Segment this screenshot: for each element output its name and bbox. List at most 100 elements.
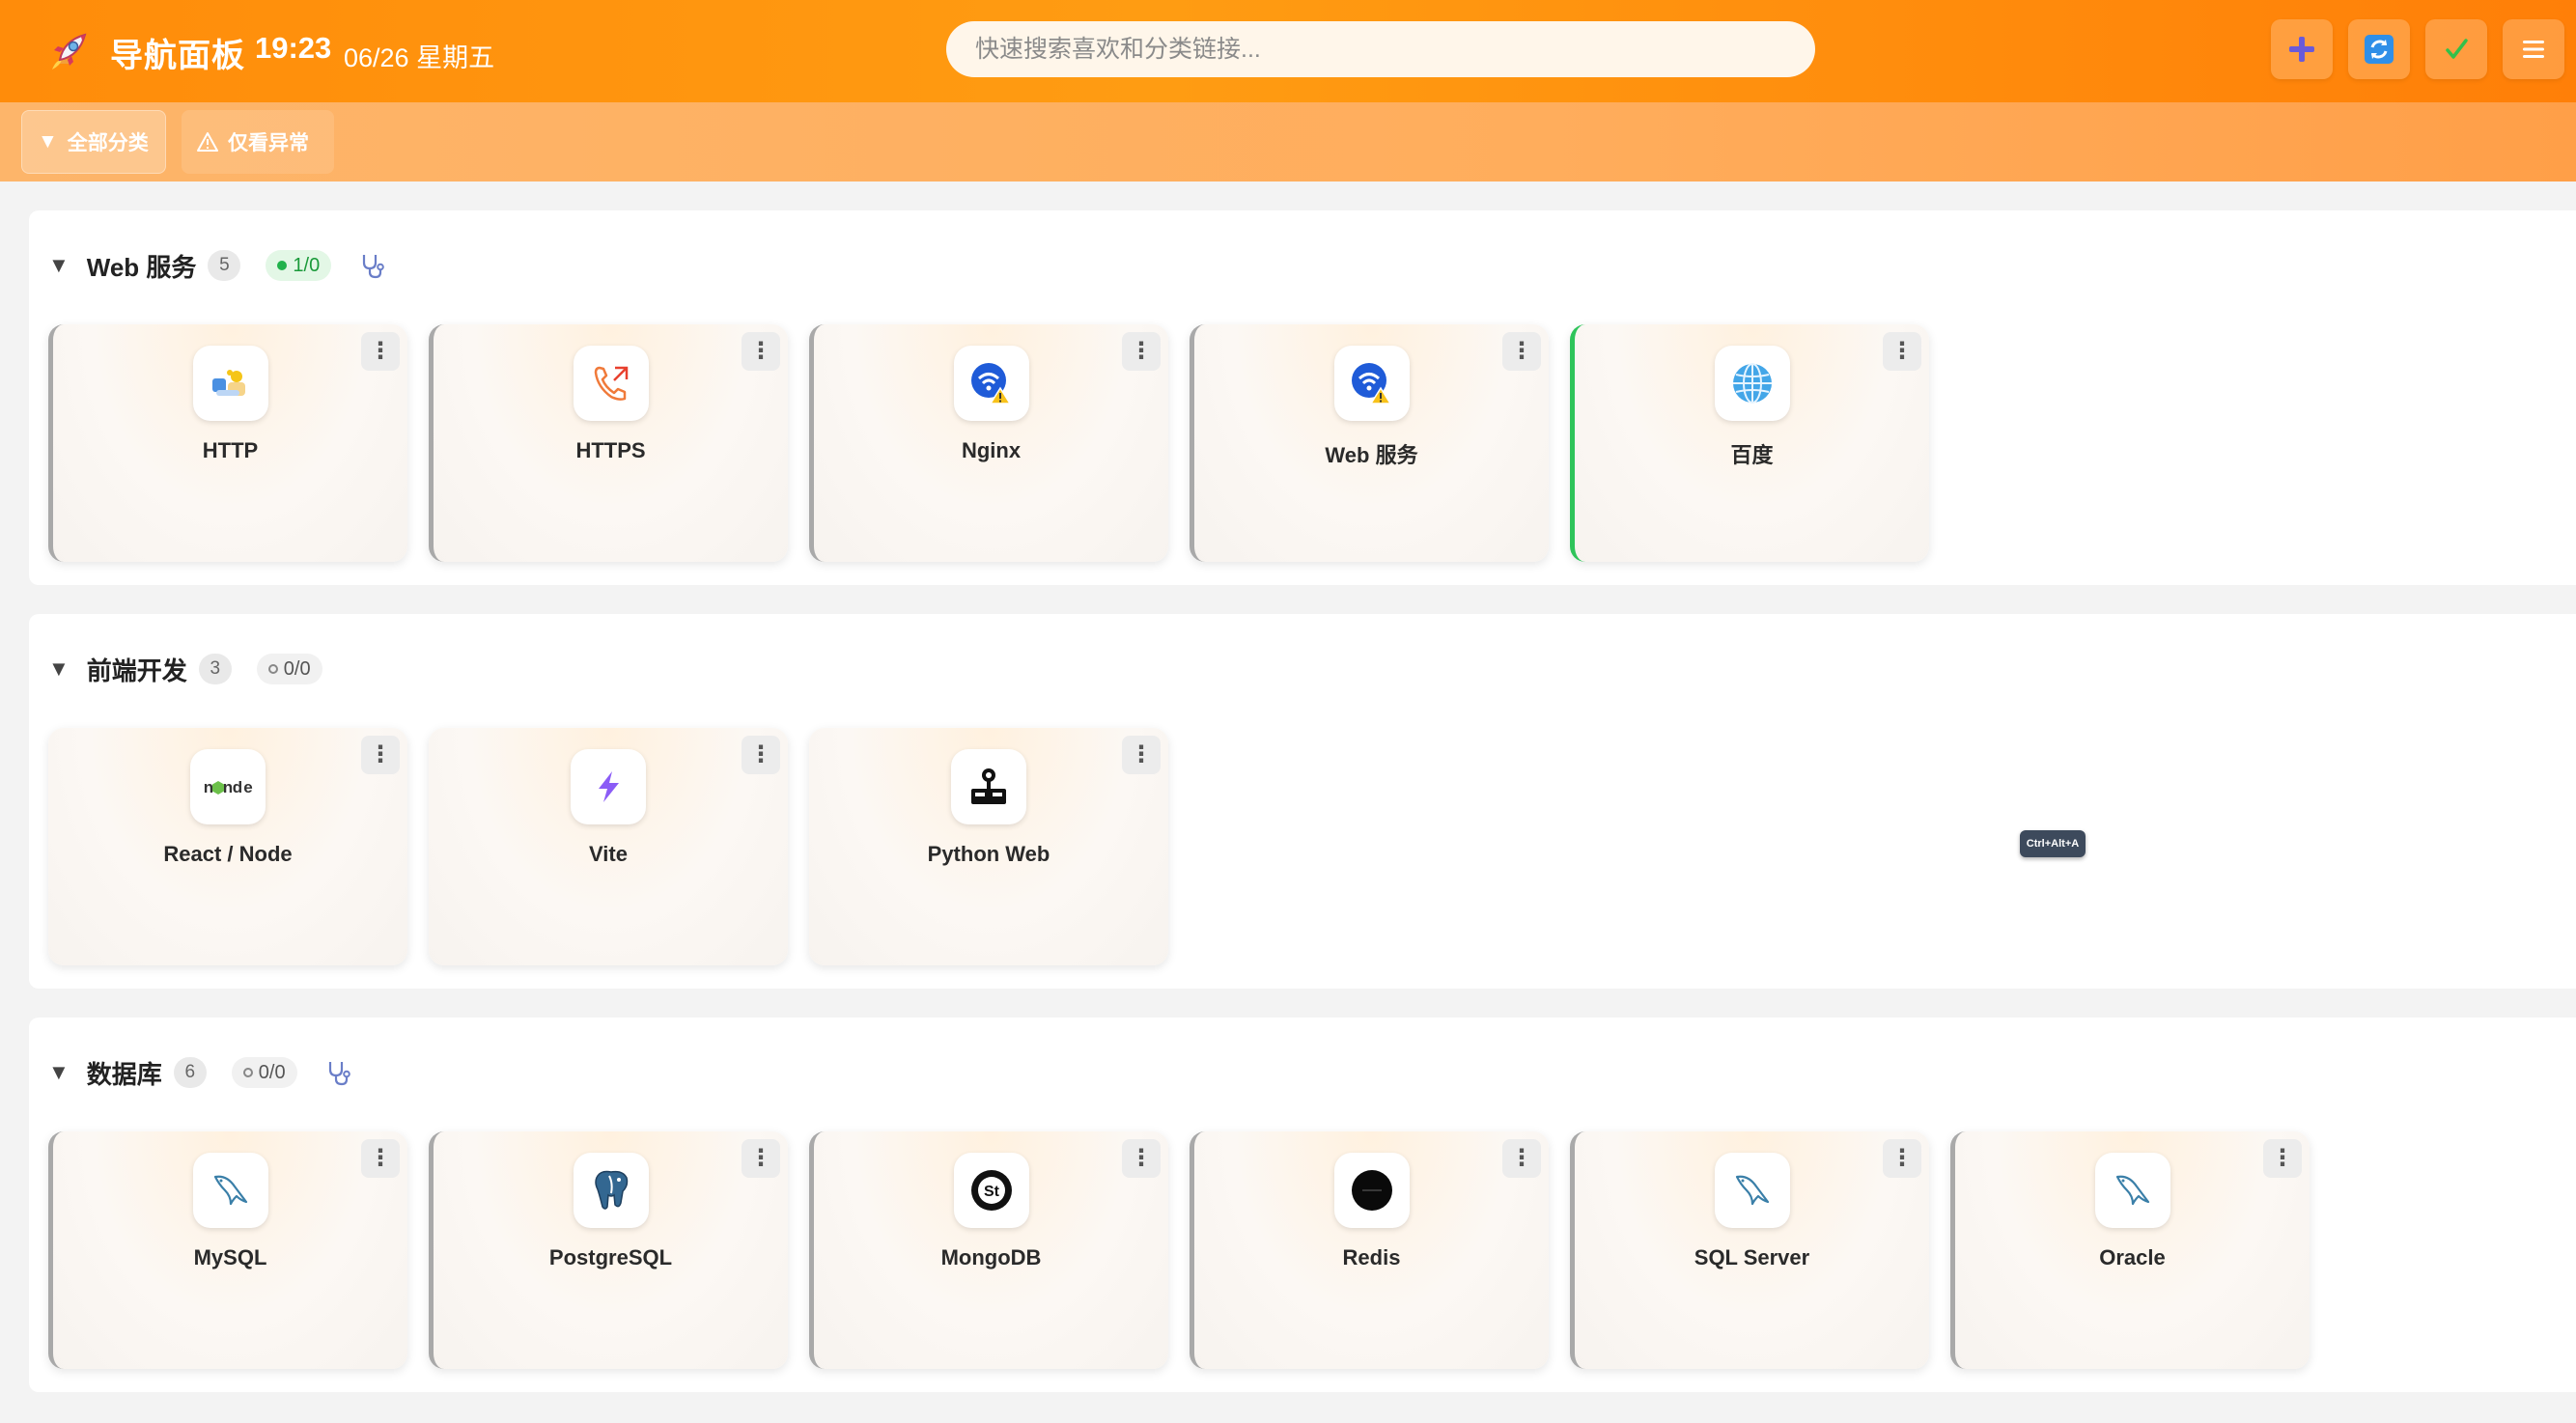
health-check-stethoscope-icon[interactable] — [358, 251, 387, 280]
refresh-icon — [2365, 35, 2394, 64]
filter-bar: ▼ 全部分类 仅看异常 — [0, 102, 2576, 181]
service-card-redis[interactable]: Redis ⋮ — [1190, 1131, 1549, 1369]
service-card-postgresql[interactable]: PostgreSQL ⋮ — [429, 1131, 788, 1369]
filter-abnormal-button[interactable]: 仅看异常 — [182, 110, 334, 174]
service-card-mongodb[interactable]: St MongoDB ⋮ — [809, 1131, 1168, 1369]
collapse-caret-icon[interactable]: ▼ — [48, 656, 70, 682]
svg-text:n: n — [223, 778, 233, 796]
svg-text:d: d — [233, 778, 242, 796]
service-card-web[interactable]: Web 服务 ⋮ — [1190, 324, 1549, 562]
warning-icon — [197, 132, 218, 152]
filter-all-button[interactable]: ▼ 全部分类 — [21, 110, 166, 174]
collapse-caret-icon[interactable]: ▼ — [48, 1060, 70, 1085]
card-more-menu-button[interactable]: ⋮ — [361, 736, 400, 774]
service-card-sqlserver[interactable]: SQL Server ⋮ — [1570, 1131, 1929, 1369]
filter-abnormal-label: 仅看异常 — [228, 132, 309, 154]
card-name: 百度 — [1730, 443, 1774, 467]
health-check-stethoscope-icon[interactable] — [324, 1058, 353, 1087]
collapse-caret-icon[interactable]: ▼ — [48, 253, 70, 278]
card-name: PostgreSQL — [548, 1245, 673, 1270]
section-header[interactable]: ▼ Web 服务 5 1/0 — [48, 237, 387, 294]
https-phone-icon — [573, 346, 649, 421]
card-more-menu-button[interactable]: ⋮ — [1122, 1139, 1161, 1178]
status-dot-icon — [242, 1068, 253, 1077]
service-card-python-web[interactable]: Python Web ⋮ — [809, 728, 1168, 965]
service-card-oracle[interactable]: Oracle ⋮ — [1950, 1131, 2310, 1369]
status-badge: 0/0 — [256, 654, 322, 684]
check-button[interactable] — [2425, 19, 2487, 79]
postgres-elephant-icon — [573, 1153, 649, 1228]
section-count-badge: 6 — [173, 1057, 207, 1088]
card-more-menu-button[interactable]: ⋮ — [1883, 332, 1921, 371]
card-more-menu-button[interactable]: ⋮ — [1502, 1139, 1541, 1178]
http-icon — [192, 346, 268, 421]
status-dot-icon — [267, 664, 278, 674]
category-section-web: ▼ Web 服务 5 1/0 HTTP ⋮ HTTPS ⋮ Nginx ⋮ We… — [29, 210, 2576, 585]
mysql-dolphin-icon — [192, 1153, 268, 1228]
section-title: 前端开发 — [86, 656, 187, 685]
card-more-menu-button[interactable]: ⋮ — [1883, 1139, 1921, 1178]
service-card-nginx[interactable]: Nginx ⋮ — [809, 324, 1168, 562]
status-badge: 0/0 — [231, 1057, 297, 1088]
category-section-frontend: ▼ 前端开发 3 0/0 n n d e React / Node ⋮ Vite — [29, 614, 2576, 989]
caret-down-icon: ▼ — [38, 130, 58, 153]
clock-time: 19:23 — [255, 31, 332, 65]
python-web-icon — [951, 749, 1026, 824]
vite-icon — [571, 749, 646, 824]
card-more-menu-button[interactable]: ⋮ — [1122, 332, 1161, 371]
status-text: 1/0 — [293, 254, 321, 276]
card-more-menu-button[interactable]: ⋮ — [1502, 332, 1541, 371]
section-title: Web 服务 — [86, 252, 197, 282]
wifi-warning-icon — [953, 346, 1029, 421]
svg-text:St: St — [984, 1184, 1000, 1200]
card-more-menu-button[interactable]: ⋮ — [361, 1139, 400, 1178]
rocket-icon — [52, 33, 87, 70]
card-name: MySQL — [193, 1245, 267, 1270]
menu-icon — [2523, 41, 2544, 58]
section-header[interactable]: ▼ 前端开发 3 0/0 — [48, 640, 350, 698]
add-button[interactable] — [2271, 19, 2333, 79]
card-name: Oracle — [2099, 1245, 2166, 1270]
service-card-http[interactable]: HTTP ⋮ — [48, 324, 407, 562]
mysql-dolphin-icon — [2094, 1153, 2170, 1228]
refresh-button[interactable] — [2348, 19, 2410, 79]
top-header: 导航面板 19:23 06/26 星期五 — [0, 0, 2576, 102]
card-name: Redis — [1342, 1245, 1401, 1270]
status-text: 0/0 — [258, 1061, 286, 1083]
node-icon: n n d e — [190, 749, 266, 824]
globe-icon — [1714, 346, 1790, 421]
card-more-menu-button[interactable]: ⋮ — [742, 332, 780, 371]
status-text: 0/0 — [283, 657, 311, 680]
mysql-dolphin-icon — [1714, 1153, 1790, 1228]
card-more-menu-button[interactable]: ⋮ — [1122, 736, 1161, 774]
status-dot-icon — [277, 261, 288, 270]
service-card-baidu[interactable]: 百度 ⋮ — [1570, 324, 1929, 562]
clock-date: 06/26 星期五 — [344, 43, 495, 72]
check-icon — [2446, 39, 2468, 59]
section-title: 数据库 — [86, 1059, 162, 1089]
card-more-menu-button[interactable]: ⋮ — [361, 332, 400, 371]
service-card-https[interactable]: HTTPS ⋮ — [429, 324, 788, 562]
card-name: React / Node — [163, 842, 293, 866]
st-logo-icon: St — [953, 1153, 1029, 1228]
card-more-menu-button[interactable]: ⋮ — [2263, 1139, 2302, 1178]
black-circle-icon — [1333, 1153, 1410, 1228]
card-name: HTTP — [202, 438, 259, 462]
service-card-vite[interactable]: Vite ⋮ — [429, 728, 788, 965]
search-input[interactable] — [946, 21, 1815, 77]
section-header[interactable]: ▼ 数据库 6 0/0 — [48, 1044, 353, 1102]
service-card-mysql[interactable]: MySQL ⋮ — [48, 1131, 407, 1369]
wifi-warning-icon — [1333, 346, 1410, 421]
section-count-badge: 5 — [208, 250, 241, 281]
status-badge: 1/0 — [266, 250, 332, 281]
card-more-menu-button[interactable]: ⋮ — [742, 1139, 780, 1178]
service-card-react-node[interactable]: n n d e React / Node ⋮ — [48, 728, 407, 965]
app-title: 导航面板 — [110, 38, 245, 74]
menu-button[interactable] — [2503, 19, 2564, 79]
category-section-database: ▼ 数据库 6 0/0 MySQL ⋮ PostgreSQL ⋮ St Mong… — [29, 1018, 2576, 1392]
card-name: Nginx — [961, 438, 1022, 462]
section-count-badge: 3 — [198, 654, 232, 684]
card-more-menu-button[interactable]: ⋮ — [742, 736, 780, 774]
card-name: Vite — [589, 842, 628, 866]
filter-all-label: 全部分类 — [67, 132, 149, 154]
